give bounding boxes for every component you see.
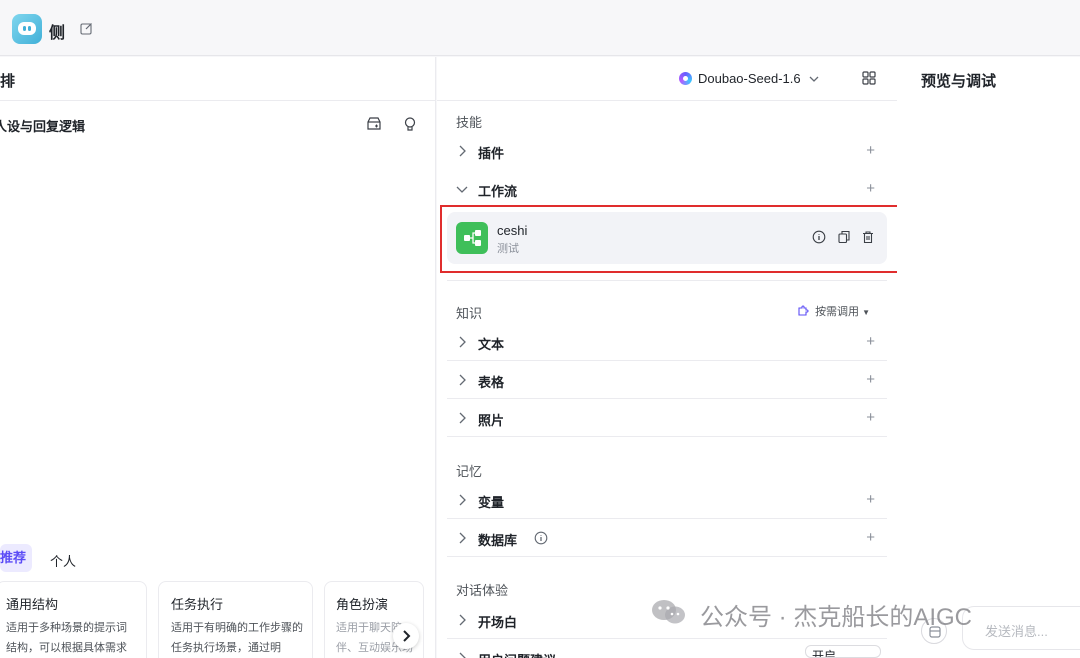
bot-avatar-icon: [12, 14, 42, 44]
add-photo-button[interactable]: +: [866, 409, 875, 426]
add-plugin-button[interactable]: +: [866, 142, 875, 159]
row-text[interactable]: 文本 +: [447, 323, 887, 361]
on-demand-label: 按需调用: [815, 306, 860, 318]
edit-icon[interactable]: [80, 22, 93, 35]
template-title: 通用结构: [6, 597, 59, 612]
template-title: 角色扮演: [336, 597, 389, 612]
row-label: 文本: [478, 337, 505, 352]
chevron-right-icon: [459, 652, 466, 658]
on-demand-selector[interactable]: 按需调用 ▼: [797, 303, 870, 319]
chevron-down-icon: [456, 186, 468, 193]
model-logo-icon: [679, 72, 692, 85]
add-text-button[interactable]: +: [866, 333, 875, 350]
chevron-down-icon: [809, 76, 819, 82]
row-workflow[interactable]: 工作流 +: [447, 170, 887, 208]
chevron-right-icon: [459, 145, 466, 157]
app-root: 侧 编排 人设与回复逻辑 推荐 个人 通用结构 适用于多种场景的提示词结构，可以…: [0, 0, 1080, 658]
prompt-library-icon[interactable]: [366, 116, 382, 132]
prompt-panel-header: 编排: [0, 57, 436, 101]
chevron-right-icon: [459, 614, 466, 626]
bulb-icon[interactable]: [402, 116, 418, 132]
group-label-dialog: 对话体验: [456, 583, 509, 598]
toggle-value: 开启: [812, 649, 837, 658]
group-label-skills: 技能: [456, 115, 483, 130]
top-bar: 侧: [0, 0, 1080, 56]
template-title: 任务执行: [171, 597, 224, 612]
panel-title: 编排: [0, 73, 16, 90]
next-arrow-button[interactable]: [393, 623, 419, 649]
wechat-logo-icon: [652, 600, 685, 624]
tab-recommended[interactable]: 推荐: [0, 544, 33, 572]
puzzle-icon: [798, 305, 809, 316]
row-photo[interactable]: 照片 +: [447, 399, 887, 437]
message-input[interactable]: 发送消息...: [962, 606, 1080, 650]
layout-grid-icon[interactable]: [861, 70, 877, 86]
message-placeholder: 发送消息...: [985, 624, 1048, 639]
preview-panel: 预览与调试 发送消息...: [897, 57, 1080, 658]
highlight-box: [440, 205, 917, 273]
model-selector[interactable]: Doubao-Seed-1.6: [698, 71, 819, 86]
divider: [447, 280, 887, 281]
group-label-memory: 记忆: [456, 464, 483, 479]
row-label: 数据库: [478, 533, 518, 548]
add-variable-button[interactable]: +: [866, 491, 875, 508]
add-workflow-button[interactable]: +: [866, 180, 875, 197]
group-label-knowledge: 知识: [456, 306, 483, 321]
template-desc: 适用于有明确的工作步骤的任务执行场景，通过明: [171, 622, 303, 654]
add-table-button[interactable]: +: [866, 371, 875, 388]
row-label: 表格: [478, 375, 505, 390]
row-variable[interactable]: 变量 +: [447, 481, 887, 519]
row-database[interactable]: 数据库 +: [447, 519, 887, 557]
suggestion-toggle-select[interactable]: 开启: [805, 645, 881, 658]
row-plugin[interactable]: 插件 +: [447, 132, 887, 170]
row-label: 照片: [478, 413, 505, 428]
row-label: 变量: [478, 495, 505, 510]
template-card[interactable]: 通用结构 适用于多种场景的提示词结构，可以根据具体需求: [0, 581, 147, 658]
skills-panel: Doubao-Seed-1.6 技能 插件 + 工作流 + ceshi 测试 知…: [437, 57, 897, 658]
caret-down-icon: ▼: [862, 308, 871, 317]
persona-section-title: 人设与回复逻辑: [0, 119, 86, 134]
row-table[interactable]: 表格 +: [447, 361, 887, 399]
preview-title: 预览与调试: [921, 73, 997, 90]
skills-panel-header: Doubao-Seed-1.6: [437, 57, 897, 101]
chevron-right-icon: [459, 336, 466, 348]
chevron-right-icon: [459, 494, 466, 506]
bot-name: 侧: [49, 25, 66, 42]
info-icon[interactable]: [534, 531, 548, 545]
tab-personal[interactable]: 个人: [50, 551, 76, 570]
template-card[interactable]: 任务执行 适用于有明确的工作步骤的任务执行场景，通过明: [158, 581, 313, 658]
watermark-text: 公众号 · 杰克船长的AIGC: [700, 604, 973, 631]
prompt-panel: 编排 人设与回复逻辑 推荐 个人 通用结构 适用于多种场景的提示词结构，可以根据…: [0, 57, 436, 658]
row-label: 工作流: [478, 184, 518, 199]
chevron-right-icon: [403, 630, 411, 642]
chevron-right-icon: [459, 412, 466, 424]
row-label: 开场白: [478, 615, 518, 630]
row-label: 用户问题建议: [478, 650, 556, 658]
model-name: Doubao-Seed-1.6: [698, 71, 801, 86]
row-label: 插件: [478, 146, 505, 161]
template-desc: 适用于多种场景的提示词结构，可以根据具体需求: [6, 622, 127, 654]
chevron-right-icon: [459, 374, 466, 386]
add-database-button[interactable]: +: [866, 529, 875, 546]
chevron-right-icon: [459, 532, 466, 544]
